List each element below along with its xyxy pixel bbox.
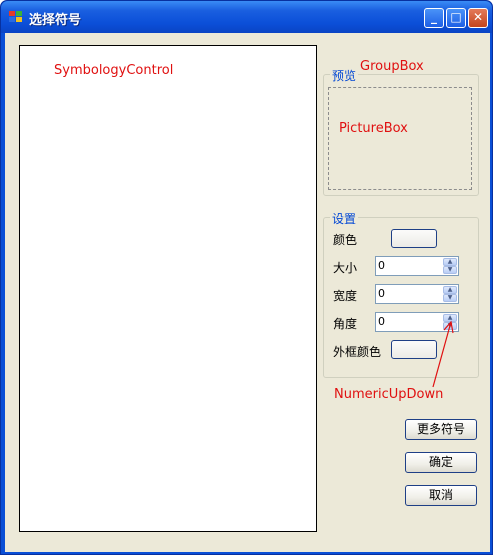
window-title: 选择符号	[29, 13, 82, 28]
width-numeric-updown[interactable]: 0 ▲ ▼	[375, 284, 459, 304]
cancel-button[interactable]: 取消	[405, 485, 477, 506]
size-label: 大小	[333, 261, 358, 275]
app-icon	[9, 11, 23, 23]
angle-value: 0	[378, 315, 385, 328]
size-numeric-updown[interactable]: 0 ▲ ▼	[375, 256, 459, 276]
color-picker-button[interactable]	[391, 229, 437, 248]
groupbox-annotation: GroupBox	[360, 59, 424, 74]
size-spinner[interactable]: ▲ ▼	[443, 258, 457, 274]
picturebox-annotation: PictureBox	[339, 121, 408, 136]
spin-down-icon[interactable]: ▼	[443, 266, 457, 274]
symbology-control[interactable]: SymbologyControl	[19, 45, 317, 532]
minimize-icon: _	[431, 10, 437, 24]
spin-down-icon[interactable]: ▼	[443, 322, 457, 330]
spin-up-icon[interactable]: ▲	[443, 286, 457, 294]
preview-picturebox: PictureBox	[328, 87, 472, 190]
more-symbols-button[interactable]: 更多符号	[405, 419, 477, 440]
dialog-window: 选择符号 _ □ ✕ SymbologyControl GroupBox 预览 …	[0, 0, 493, 555]
numericupdown-annotation: NumericUpDown	[334, 387, 444, 402]
spin-up-icon[interactable]: ▲	[443, 258, 457, 266]
maximize-icon: □	[450, 10, 462, 24]
ok-button[interactable]: 确定	[405, 452, 477, 473]
width-value: 0	[378, 287, 385, 300]
spin-up-icon[interactable]: ▲	[443, 314, 457, 322]
spin-down-icon[interactable]: ▼	[443, 294, 457, 302]
angle-spinner[interactable]: ▲ ▼	[443, 314, 457, 330]
settings-groupbox: 设置 颜色 大小 0 ▲ ▼ 宽度 0 ▲ ▼ 角度 0 ▲ ▼ 外框颜色	[323, 210, 479, 378]
title-bar[interactable]: 选择符号 _ □ ✕	[1, 1, 492, 33]
minimize-button[interactable]: _	[424, 8, 444, 28]
outline-color-label: 外框颜色	[333, 345, 382, 359]
close-button[interactable]: ✕	[468, 8, 488, 28]
angle-numeric-updown[interactable]: 0 ▲ ▼	[375, 312, 459, 332]
close-icon: ✕	[472, 10, 484, 24]
size-value: 0	[378, 259, 385, 272]
outline-color-picker-button[interactable]	[391, 340, 437, 359]
angle-label: 角度	[333, 317, 358, 331]
settings-group-title: 设置	[330, 210, 359, 227]
width-spinner[interactable]: ▲ ▼	[443, 286, 457, 302]
dialog-client-area: SymbologyControl GroupBox 预览 PictureBox …	[5, 33, 490, 552]
preview-groupbox: 预览 PictureBox	[323, 67, 479, 196]
color-label: 颜色	[333, 233, 358, 247]
preview-group-title: 预览	[330, 67, 359, 84]
maximize-button[interactable]: □	[446, 8, 466, 28]
symbology-annotation: SymbologyControl	[54, 63, 174, 78]
width-label: 宽度	[333, 289, 358, 303]
